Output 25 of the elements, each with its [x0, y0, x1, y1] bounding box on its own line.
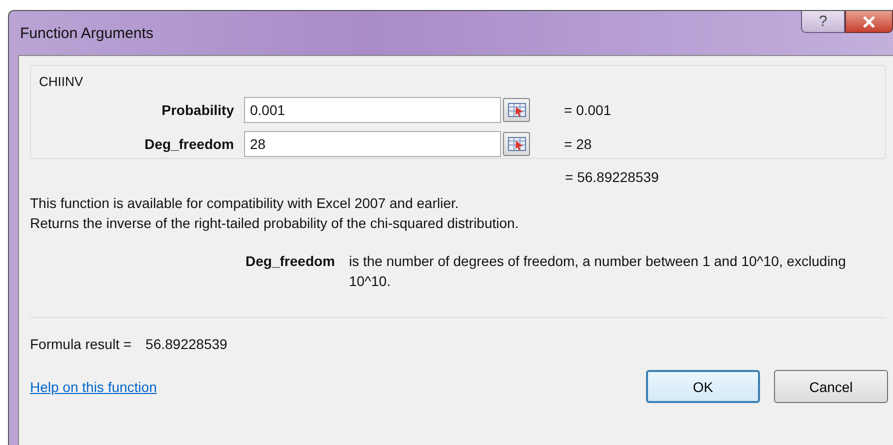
help-link[interactable]: Help on this function: [30, 378, 157, 394]
argument-result: = 0.001: [564, 102, 612, 118]
collapse-dialog-button[interactable]: [503, 98, 530, 122]
collapse-dialog-button[interactable]: [503, 132, 530, 156]
description-text: This function is available for compatibility with Excel 2007 and earlier.: [30, 194, 460, 213]
dialog-button[interactable]: Cancel: [774, 370, 888, 403]
range-select-icon: [508, 103, 526, 117]
help-button[interactable]: ?: [801, 11, 845, 33]
function-name: CHIINV: [39, 74, 84, 89]
argument-field[interactable]: 0.001: [244, 97, 501, 123]
dialog-button[interactable]: OK: [646, 370, 760, 403]
close-button[interactable]: [845, 11, 893, 33]
argument-result: = 28: [564, 136, 592, 152]
argument-name: Deg_freedom: [244, 252, 335, 271]
argument-description: is the number of degrees of freedom, a number between 1 and 10^10, excluding 10^10.: [349, 252, 847, 291]
description-text: Returns the inverse of the right-tailed probability of the chi-squared distribution.: [30, 214, 520, 233]
formula-result-label: Formula result =: [30, 336, 132, 352]
window-title: Function Arguments: [20, 25, 154, 42]
close-icon: [862, 16, 876, 28]
function-result: = 56.89228539: [565, 169, 659, 185]
range-select-icon: [508, 137, 526, 151]
argument-label: Probability: [160, 102, 234, 118]
argument-label: Deg_freedom: [144, 136, 234, 152]
formula-result-value: 56.89228539: [146, 336, 228, 352]
argument-field[interactable]: 28: [244, 131, 501, 157]
